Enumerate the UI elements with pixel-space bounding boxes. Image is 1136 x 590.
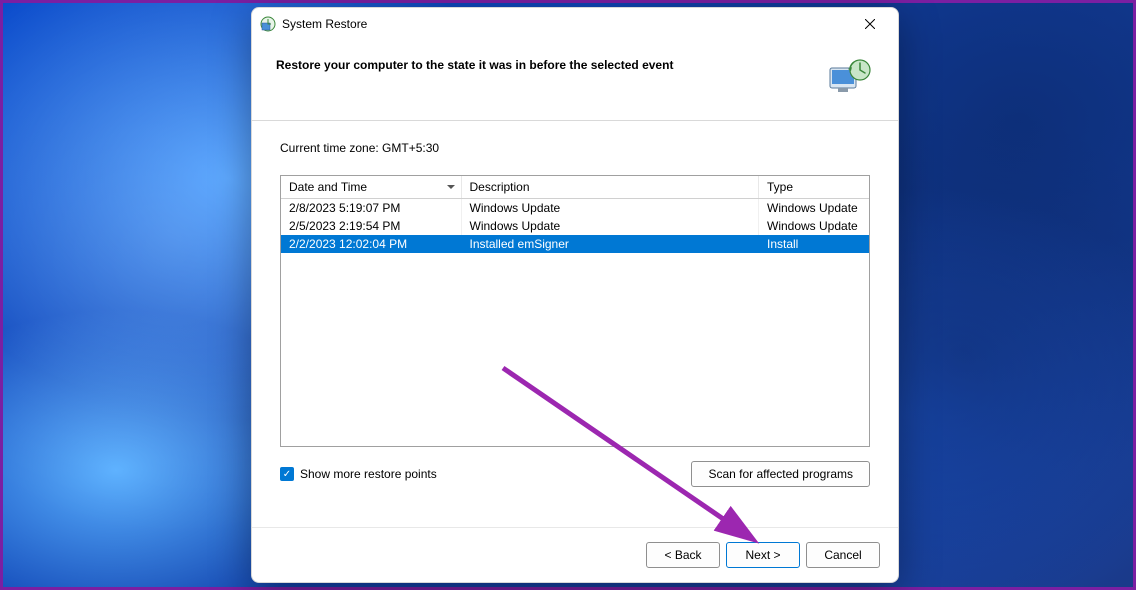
system-restore-dialog: System Restore Restore your computer to …	[251, 7, 899, 583]
cell-type: Windows Update	[759, 199, 869, 217]
close-button[interactable]	[850, 10, 890, 38]
cell-date: 2/8/2023 5:19:07 PM	[281, 199, 461, 217]
restore-points-table[interactable]: Date and Time Description Type 2/8/2023 …	[280, 175, 870, 447]
back-button[interactable]: < Back	[646, 542, 720, 568]
cell-type: Windows Update	[759, 217, 869, 235]
next-button[interactable]: Next >	[726, 542, 800, 568]
table-row[interactable]: 2/2/2023 12:02:04 PMInstalled emSignerIn…	[281, 235, 869, 253]
show-more-checkbox[interactable]: ✓ Show more restore points	[280, 467, 437, 481]
timezone-label: Current time zone: GMT+5:30	[280, 141, 870, 155]
cell-date: 2/5/2023 2:19:54 PM	[281, 217, 461, 235]
header-title: Restore your computer to the state it wa…	[276, 58, 826, 72]
below-table-row: ✓ Show more restore points Scan for affe…	[280, 461, 870, 487]
content-area: Current time zone: GMT+5:30 Date and Tim…	[252, 121, 898, 527]
column-date[interactable]: Date and Time	[281, 176, 461, 199]
footer-buttons: < Back Next > Cancel	[252, 527, 898, 582]
cell-date: 2/2/2023 12:02:04 PM	[281, 235, 461, 253]
show-more-label: Show more restore points	[300, 467, 437, 481]
cell-description: Installed emSigner	[461, 235, 759, 253]
column-description[interactable]: Description	[461, 176, 759, 199]
cancel-button[interactable]: Cancel	[806, 542, 880, 568]
table-header-row[interactable]: Date and Time Description Type	[281, 176, 869, 199]
scan-affected-button[interactable]: Scan for affected programs	[691, 461, 870, 487]
table-row[interactable]: 2/8/2023 5:19:07 PMWindows UpdateWindows…	[281, 199, 869, 217]
system-restore-icon	[260, 16, 276, 32]
cell-description: Windows Update	[461, 217, 759, 235]
window-title: System Restore	[282, 17, 850, 31]
cell-description: Windows Update	[461, 199, 759, 217]
check-icon: ✓	[280, 467, 294, 481]
cell-type: Install	[759, 235, 869, 253]
header-panel: Restore your computer to the state it wa…	[252, 40, 898, 121]
restore-hero-icon	[826, 58, 874, 96]
table-row[interactable]: 2/5/2023 2:19:54 PMWindows UpdateWindows…	[281, 217, 869, 235]
titlebar: System Restore	[252, 8, 898, 40]
column-type[interactable]: Type	[759, 176, 869, 199]
